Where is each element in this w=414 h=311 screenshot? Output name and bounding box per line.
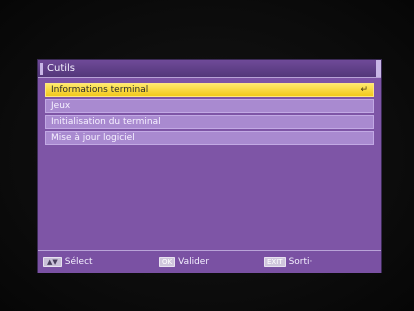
title-corner-decoration	[40, 63, 43, 75]
window-title: Cutils	[47, 63, 76, 74]
menu-item-informations-terminal[interactable]: Informations terminal ↵	[45, 83, 374, 97]
menu-item-initialisation-terminal[interactable]: Initialisation du terminal	[45, 115, 374, 129]
title-corner-decoration-right	[376, 60, 381, 77]
footer-hints: ▲▼ Sélect OK Valider EXIT Sorti·	[38, 250, 381, 273]
hint-ok-label: Valider	[178, 257, 210, 267]
enter-icon: ↵	[360, 85, 368, 95]
hint-exit-label: Sorti·	[288, 257, 313, 267]
menu-item-label: Informations terminal	[51, 85, 149, 95]
menu-item-jeux[interactable]: Jeux	[45, 99, 374, 113]
title-bar: Cutils	[38, 60, 381, 78]
hint-select-label: Sélect	[64, 257, 93, 267]
hint-exit[interactable]: EXIT Sorti·	[264, 256, 312, 268]
exit-key-icon: EXIT	[264, 257, 286, 267]
menu-item-label: Jeux	[51, 101, 71, 111]
menu-list: Informations terminal ↵ Jeux Initialisat…	[45, 83, 374, 147]
menu-item-label: Mise à jour logiciel	[51, 133, 135, 143]
tools-menu-window: Cutils Informations terminal ↵ Jeux Init…	[38, 60, 381, 273]
ok-key-icon: OK	[159, 257, 176, 267]
arrow-keys-icon: ▲▼	[43, 257, 62, 267]
hint-ok[interactable]: OK Valider	[159, 256, 209, 268]
menu-item-mise-a-jour-logiciel[interactable]: Mise à jour logiciel	[45, 131, 374, 145]
menu-item-label: Initialisation du terminal	[51, 117, 161, 127]
hint-select[interactable]: ▲▼ Sélect	[43, 256, 93, 268]
tv-screen: Cutils Informations terminal ↵ Jeux Init…	[0, 0, 414, 311]
